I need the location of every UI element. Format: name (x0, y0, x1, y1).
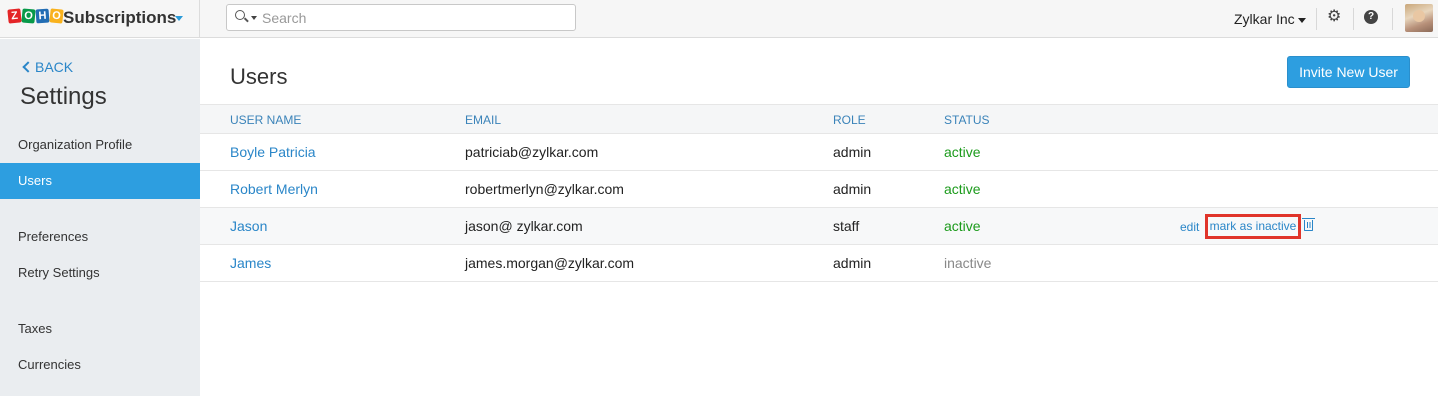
user-email: patriciab@zylkar.com (465, 144, 599, 160)
table-row[interactable]: Robert Merlyn robertmerlyn@zylkar.com ad… (200, 171, 1438, 208)
settings-sidebar: BACK Settings Organization Profile Users… (0, 39, 200, 396)
sidebar-item-retry-settings[interactable]: Retry Settings (0, 255, 200, 291)
settings-title: Settings (20, 83, 107, 110)
sidebar-item-users[interactable]: Users (0, 163, 200, 199)
status-badge: active (944, 181, 981, 197)
column-header-role: ROLE (833, 113, 866, 127)
search-filter-chevron-down-icon[interactable] (251, 16, 257, 20)
user-role: admin (833, 181, 872, 197)
sidebar-item-preferences[interactable]: Preferences (0, 219, 200, 255)
user-email: james.morgan@zylkar.com (465, 255, 635, 271)
org-chevron-down-icon[interactable] (1298, 18, 1306, 23)
gear-icon[interactable]: ⚙ (1327, 9, 1341, 25)
column-header-user-name: USER NAME (230, 113, 302, 127)
header-divider (199, 0, 200, 38)
user-role: staff (833, 218, 860, 234)
app-switcher-chevron-down-icon[interactable] (175, 16, 183, 21)
invite-new-user-button[interactable]: Invite New User (1287, 56, 1410, 88)
sidebar-item-currencies[interactable]: Currencies (0, 347, 200, 383)
zoho-logo[interactable]: Z O H O (7, 8, 64, 24)
user-email: jason@ zylkar.com (465, 218, 583, 234)
app-title[interactable]: Subscriptions (63, 8, 176, 28)
trash-icon[interactable] (1302, 218, 1315, 231)
user-name-link[interactable]: Jason (230, 218, 267, 234)
logo-letter-o: O (21, 8, 36, 24)
user-name-link[interactable]: James (230, 255, 271, 271)
user-email: robertmerlyn@zylkar.com (465, 181, 624, 197)
column-header-email: EMAIL (465, 113, 502, 127)
page-title: Users (230, 64, 288, 89)
table-row[interactable]: Boyle Patricia patriciab@zylkar.com admi… (200, 134, 1438, 171)
search-icon[interactable] (235, 10, 245, 20)
user-role: admin (833, 255, 872, 271)
edit-user-link[interactable]: edit (1180, 220, 1199, 234)
avatar[interactable] (1405, 4, 1433, 32)
sidebar-item-taxes[interactable]: Taxes (0, 311, 200, 347)
search-input[interactable] (262, 8, 562, 28)
status-badge: inactive (944, 255, 992, 271)
help-icon[interactable]: ? (1364, 10, 1378, 24)
table-row[interactable]: James james.morgan@zylkar.com admin inac… (200, 245, 1438, 282)
logo-letter-o2: O (49, 8, 64, 24)
back-chevron-icon (22, 61, 34, 73)
top-bar: Z O H O Subscriptions Zylkar Inc ⚙ ? (0, 0, 1438, 38)
back-label: BACK (35, 59, 74, 75)
user-role: admin (833, 144, 872, 160)
back-link[interactable]: BACK (22, 59, 73, 75)
header-separator (1316, 8, 1317, 30)
status-badge: active (944, 218, 981, 234)
user-name-link[interactable]: Boyle Patricia (230, 144, 316, 160)
column-header-status: STATUS (944, 113, 990, 127)
status-badge: active (944, 144, 981, 160)
logo-letter-h: H (35, 8, 50, 24)
user-name-link[interactable]: Robert Merlyn (230, 181, 318, 197)
header-separator (1392, 8, 1393, 30)
table-row[interactable]: Jason jason@ zylkar.com staff active edi… (200, 208, 1438, 245)
sidebar-item-organization-profile[interactable]: Organization Profile (0, 127, 200, 163)
header-separator (1353, 8, 1354, 30)
users-table-header: USER NAME EMAIL ROLE STATUS (200, 104, 1438, 134)
org-switcher[interactable]: Zylkar Inc (1234, 11, 1295, 27)
logo-letter-z: Z (7, 8, 22, 24)
mark-as-inactive-link[interactable]: mark as inactive (1205, 214, 1301, 239)
